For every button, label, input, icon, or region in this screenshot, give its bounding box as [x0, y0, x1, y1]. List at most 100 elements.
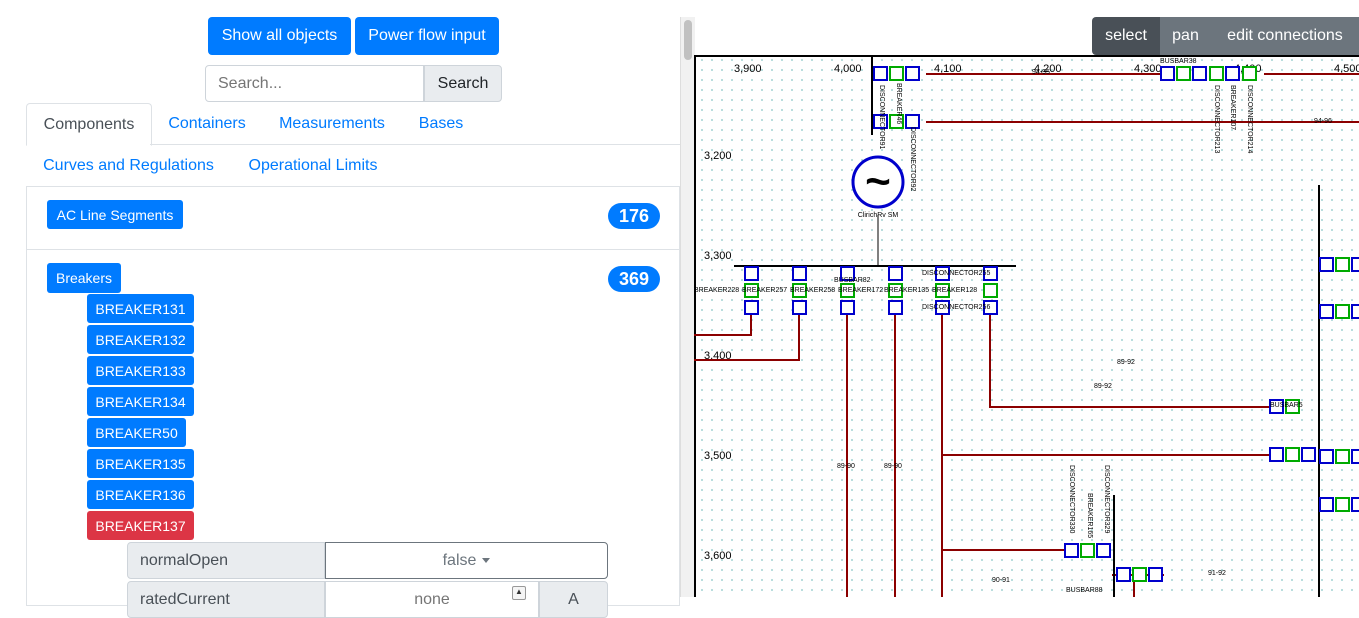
- list-divider: [27, 249, 679, 250]
- switch-label: BREAKER135: [884, 287, 929, 294]
- breaker-item-136[interactable]: BREAKER136: [87, 480, 194, 509]
- breaker-symbol[interactable]: [1335, 497, 1350, 512]
- tab-containers[interactable]: Containers: [151, 103, 263, 145]
- number-spinner-icon[interactable]: ▲: [512, 586, 526, 600]
- resistance-label: 94-96: [1314, 118, 1332, 125]
- disconnector-symbol[interactable]: [1351, 449, 1359, 464]
- switch-label: DISCONNECTOR330: [1068, 465, 1075, 533]
- disconnector-symbol[interactable]: [1096, 543, 1111, 558]
- breaker-symbol[interactable]: [1335, 449, 1350, 464]
- switch-label: DISCONNECTOR92: [909, 127, 916, 192]
- search-button[interactable]: Search: [424, 65, 502, 102]
- switch-label: DISCONNECTOR91: [878, 85, 885, 150]
- tab-label: Containers: [168, 115, 246, 132]
- busbar-label: BUSBAR5: [1270, 402, 1303, 409]
- tab-operational-limits[interactable]: Operational Limits: [231, 145, 395, 186]
- disconnector-symbol[interactable]: [1351, 257, 1359, 272]
- y-tick-label: 3,200: [704, 150, 732, 162]
- busbar-label: BUSBAR38: [1160, 58, 1197, 65]
- disconnector-symbol[interactable]: [905, 66, 920, 81]
- disconnector-symbol[interactable]: [792, 300, 807, 315]
- breaker-item-50[interactable]: BREAKER50: [87, 418, 186, 447]
- disconnector-symbol[interactable]: [744, 266, 759, 281]
- breaker-symbol[interactable]: [1080, 543, 1095, 558]
- tab-measurements[interactable]: Measurements: [263, 103, 401, 145]
- switch-label: DISCONNECTOR329: [1103, 465, 1110, 533]
- scrollbar-thumb[interactable]: [684, 20, 692, 60]
- disconnector-symbol[interactable]: [1064, 543, 1079, 558]
- breaker-item-137-selected[interactable]: BREAKER137: [87, 511, 194, 540]
- disconnector-symbol[interactable]: [873, 66, 888, 81]
- breaker-symbol[interactable]: [1335, 257, 1350, 272]
- normal-open-value: false: [442, 551, 477, 569]
- network-diagram[interactable]: 3,900 4,000 4,100 4,200 4,300 4,400 4,50…: [694, 55, 1359, 597]
- disconnector-symbol[interactable]: [1319, 257, 1334, 272]
- breaker-item-135[interactable]: BREAKER135: [87, 449, 194, 478]
- breakers-count-badge: 369: [608, 266, 660, 292]
- disconnector-symbol[interactable]: [744, 300, 759, 315]
- edit-connections-mode-button[interactable]: edit connections: [1211, 17, 1359, 55]
- switch-label: DISCONNECTOR214: [1246, 85, 1253, 153]
- tab-label: Bases: [418, 115, 464, 132]
- disconnector-symbol[interactable]: [888, 266, 903, 281]
- switch-label: BREAKER165: [1086, 493, 1093, 538]
- switch-label: BREAKER228: [694, 287, 739, 294]
- switch-label: BREAKER128: [932, 287, 977, 294]
- breaker-item-133[interactable]: BREAKER133: [87, 356, 194, 385]
- select-mode-button[interactable]: select: [1092, 17, 1160, 55]
- disconnector-symbol[interactable]: [1319, 449, 1334, 464]
- breaker-item-132[interactable]: BREAKER132: [87, 325, 194, 354]
- caret-down-icon: [482, 558, 491, 563]
- tab-components[interactable]: Components: [26, 103, 152, 146]
- disconnector-symbol[interactable]: [1116, 567, 1131, 582]
- resistance-label: 89-90: [837, 463, 855, 470]
- y-tick-label: 3,500: [704, 450, 732, 462]
- breaker-symbol[interactable]: [983, 283, 998, 298]
- rated-current-label: ratedCurrent: [127, 581, 325, 618]
- normal-open-dropdown[interactable]: false: [325, 542, 608, 579]
- search-input[interactable]: [205, 65, 424, 102]
- pan-mode-button[interactable]: pan: [1160, 17, 1211, 55]
- y-tick-label: 3,300: [704, 250, 732, 262]
- tab-label: Curves and Regulations: [43, 156, 214, 174]
- breaker-symbol[interactable]: [889, 66, 904, 81]
- power-flow-input-button[interactable]: Power flow input: [355, 17, 499, 55]
- disconnector-symbol[interactable]: [1160, 66, 1175, 81]
- breaker-symbol[interactable]: [1242, 66, 1257, 81]
- rated-current-input[interactable]: [325, 581, 539, 618]
- generator-tilde-icon: ~: [865, 157, 891, 206]
- breaker-symbol[interactable]: [1209, 66, 1224, 81]
- breaker-item-131[interactable]: BREAKER131: [87, 294, 194, 323]
- disconnector-symbol[interactable]: [840, 300, 855, 315]
- tab-curves-and-regulations[interactable]: Curves and Regulations: [26, 145, 231, 186]
- diagram-grid: [694, 55, 1359, 597]
- disconnector-symbol[interactable]: [1319, 497, 1334, 512]
- switch-label: BREAKER172: [838, 287, 883, 294]
- disconnector-symbol[interactable]: [1192, 66, 1207, 81]
- breaker-symbol[interactable]: [1335, 304, 1350, 319]
- breaker-symbol[interactable]: [1176, 66, 1191, 81]
- tab-bases[interactable]: Bases: [401, 103, 481, 145]
- disconnector-symbol[interactable]: [1351, 304, 1359, 319]
- disconnector-symbol[interactable]: [888, 300, 903, 315]
- breaker-symbol[interactable]: [1132, 567, 1147, 582]
- ac-line-segments-count-badge: 176: [608, 203, 660, 229]
- busbar-label: BUSBAR88: [1066, 587, 1103, 594]
- disconnector-symbol[interactable]: [1148, 567, 1163, 582]
- disconnector-symbol[interactable]: [1351, 497, 1359, 512]
- breaker-symbol[interactable]: [1285, 447, 1300, 462]
- switch-label: BREAKER46: [895, 83, 902, 124]
- disconnector-symbol[interactable]: [1225, 66, 1240, 81]
- show-all-objects-button[interactable]: Show all objects: [208, 17, 351, 55]
- left-panel: Show all objects Power flow input Search…: [0, 0, 680, 618]
- normal-open-label: normalOpen: [127, 542, 325, 579]
- disconnector-symbol[interactable]: [1269, 447, 1284, 462]
- left-panel-scrollbar[interactable]: [680, 17, 695, 597]
- disconnector-symbol[interactable]: [1301, 447, 1316, 462]
- switch-label: BREAKER257: [742, 287, 787, 294]
- disconnector-symbol[interactable]: [792, 266, 807, 281]
- disconnector-symbol[interactable]: [1319, 304, 1334, 319]
- ac-line-segments-button[interactable]: AC Line Segments: [47, 200, 183, 229]
- breaker-item-134[interactable]: BREAKER134: [87, 387, 194, 416]
- breakers-button[interactable]: Breakers: [47, 263, 121, 293]
